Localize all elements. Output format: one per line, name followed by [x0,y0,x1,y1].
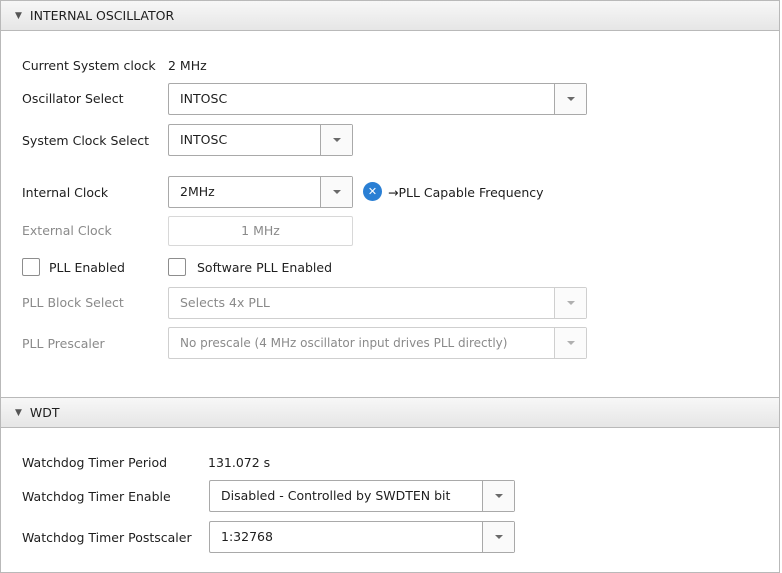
close-circle-icon[interactable]: ✕ [363,182,382,201]
chevron-down-icon[interactable] [320,125,352,155]
internal-clock-dropdown[interactable]: 2MHz [168,176,353,208]
internal-oscillator-header[interactable]: ▼ INTERNAL OSCILLATOR [1,1,779,31]
wdt-panel: ▼ WDT Watchdog Timer Period 131.072 s Wa… [0,397,780,573]
current-clock-label: Current System clock [22,58,156,73]
external-clock-field[interactable]: 1 MHz [168,216,353,246]
external-clock-label: External Clock [22,223,112,238]
collapse-triangle-icon[interactable]: ▼ [15,408,22,418]
collapse-triangle-icon[interactable]: ▼ [15,11,22,21]
watchdog-timer-postscaler-dropdown[interactable]: 1:32768 [209,521,515,553]
watchdog-timer-enable-dropdown[interactable]: Disabled - Controlled by SWDTEN bit [209,480,515,512]
internal-oscillator-title: INTERNAL OSCILLATOR [29,8,175,23]
system-clock-select-dropdown[interactable]: INTOSC [168,124,353,156]
chevron-down-icon[interactable] [554,328,586,358]
pll-capable-frequency-text: →PLL Capable Frequency [388,185,544,200]
watchdog-timer-period-value: 131.072 s [208,455,271,470]
internal-clock-value: 2MHz [180,184,215,199]
chevron-down-icon[interactable] [482,522,514,552]
oscillator-select-value: INTOSC [180,91,228,106]
pll-prescaler-dropdown[interactable]: No prescale (4 MHz oscillator input driv… [168,327,587,359]
watchdog-timer-postscaler-label: Watchdog Timer Postscaler [22,530,192,545]
oscillator-select-label: Oscillator Select [22,91,124,106]
pll-enabled-checkbox[interactable] [22,258,40,276]
wdt-header[interactable]: ▼ WDT [1,398,779,428]
pll-block-select-dropdown[interactable]: Selects 4x PLL [168,287,587,319]
watchdog-timer-enable-value: Disabled - Controlled by SWDTEN bit [221,488,451,503]
pll-enabled-label: PLL Enabled [49,260,125,275]
pll-block-select-label: PLL Block Select [22,295,124,310]
oscillator-select-dropdown[interactable]: INTOSC [168,83,587,115]
chevron-down-icon[interactable] [554,84,586,114]
watchdog-timer-postscaler-value: 1:32768 [221,529,273,544]
pll-prescaler-label: PLL Prescaler [22,336,105,351]
internal-oscillator-panel: ▼ INTERNAL OSCILLATOR Current System clo… [0,0,780,398]
system-clock-select-label: System Clock Select [22,133,150,148]
pll-prescaler-value: No prescale (4 MHz oscillator input driv… [180,336,508,350]
current-clock-value: 2 MHz [168,58,207,73]
pll-block-select-value: Selects 4x PLL [180,295,270,310]
chevron-down-icon[interactable] [320,177,352,207]
internal-clock-label: Internal Clock [22,185,109,200]
chevron-down-icon[interactable] [482,481,514,511]
wdt-title: WDT [29,405,60,420]
system-clock-select-value: INTOSC [180,132,228,147]
watchdog-timer-period-label: Watchdog Timer Period [22,455,168,470]
watchdog-timer-enable-label: Watchdog Timer Enable [22,489,171,504]
chevron-down-icon[interactable] [554,288,586,318]
software-pll-enabled-checkbox[interactable] [168,258,186,276]
software-pll-enabled-label: Software PLL Enabled [197,260,333,275]
